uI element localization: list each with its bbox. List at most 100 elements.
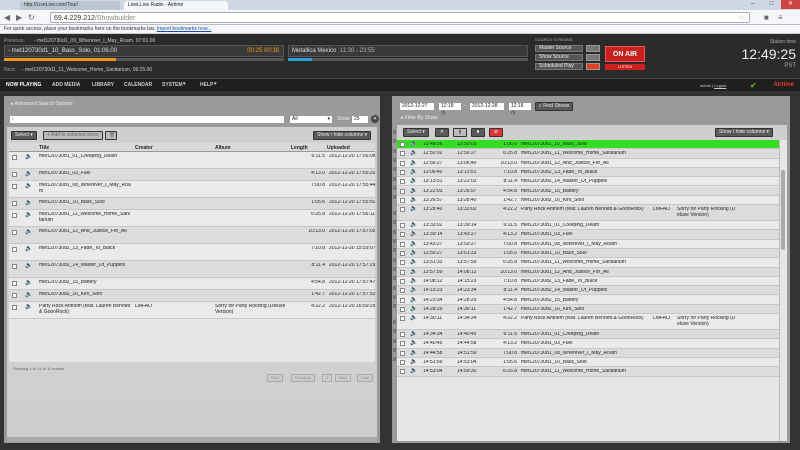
speaker-icon[interactable]: 🔈 bbox=[410, 268, 417, 275]
filter-by-show-toggle[interactable]: ▸ Filter By Show: bbox=[401, 115, 439, 121]
schedule-row[interactable]: 🔈 13:51:33 13:57:59 6:25.8 met120730d1_11_We… bbox=[397, 258, 779, 268]
pager-last[interactable]: Last bbox=[357, 374, 373, 382]
schedule-row[interactable]: 🔈 13:50:27 13:51:33 1:05.6 met120730d1_10_Ba… bbox=[397, 249, 779, 259]
row-checkbox[interactable] bbox=[12, 155, 17, 160]
row-checkbox[interactable] bbox=[400, 232, 405, 238]
trash-icon[interactable]: 🗑 bbox=[105, 131, 117, 140]
table-row[interactable]: 🔈 Party Rock Anthem (feat. Lauren Bennett… bbox=[9, 302, 375, 319]
find-shows-button[interactable]: ⌕ Find Shows bbox=[535, 102, 574, 111]
speaker-icon[interactable]: 🔈 bbox=[25, 303, 32, 310]
col-album[interactable]: Album bbox=[215, 145, 231, 151]
master-source-toggle[interactable] bbox=[586, 45, 600, 52]
table-row[interactable]: 🔈 met120730d1_11_Welcome_Home_Sanitarium 6… bbox=[9, 210, 375, 227]
row-checkbox[interactable] bbox=[400, 360, 405, 365]
row-checkbox[interactable] bbox=[400, 179, 405, 185]
row-checkbox[interactable] bbox=[400, 278, 405, 284]
row-checkbox[interactable] bbox=[12, 184, 17, 189]
row-checkbox[interactable] bbox=[12, 201, 17, 206]
speaker-icon[interactable]: 🔈 bbox=[410, 358, 417, 365]
forward-icon[interactable]: ▶ bbox=[16, 13, 22, 22]
table-row[interactable]: 🔈 met120730d2_13_Fade_To_Black 7:10.8 2012-… bbox=[9, 244, 375, 261]
speaker-icon[interactable]: 🔈 bbox=[25, 199, 32, 206]
table-row[interactable]: 🔈 met120730d1_12_And_Justice_For_All 10:13… bbox=[9, 227, 375, 244]
row-checkbox[interactable] bbox=[400, 169, 405, 175]
speaker-icon[interactable]: 🔈 bbox=[410, 140, 417, 147]
library-show-hide-columns-button[interactable]: Show / hide columns ▾ bbox=[313, 131, 372, 140]
row-checkbox[interactable] bbox=[400, 297, 405, 303]
speaker-icon[interactable]: 🔈 bbox=[410, 149, 417, 156]
speaker-icon[interactable]: 🔈 bbox=[410, 258, 417, 265]
row-checkbox[interactable] bbox=[12, 281, 17, 286]
schedule-row[interactable]: 🔈 13:33:02 13:39:14 6:11.5 met120730d1_01_Cr… bbox=[397, 221, 779, 231]
table-row[interactable]: 🔈 met120730d1_10_Bass_Solo 1:05.6 2012-12-2… bbox=[9, 198, 375, 210]
speaker-icon[interactable]: 🔈 bbox=[25, 170, 32, 177]
table-row[interactable]: 🔈 met120730d1_01_Creeping_Death 6:11.5 2012… bbox=[9, 152, 375, 169]
maximize-icon[interactable]: □ bbox=[762, 0, 781, 9]
jump-to-current-icon[interactable]: ⏹ bbox=[471, 128, 485, 137]
row-checkbox[interactable] bbox=[12, 305, 17, 310]
speaker-icon[interactable]: 🔈 bbox=[410, 205, 417, 212]
schedule-row[interactable]: 🔈 13:26:57 13:28:40 1:42.7 met120730d2_16_Ki… bbox=[397, 195, 779, 206]
menu-help[interactable]: HELP bbox=[200, 82, 213, 88]
pager-first[interactable]: First bbox=[267, 374, 283, 382]
schedule-row[interactable]: 🔈 14:51:59 14:53:04 1:05.6 met120730d1_10_Ba… bbox=[397, 358, 779, 368]
speaker-icon[interactable]: 🔈 bbox=[410, 367, 417, 374]
col-uploaded[interactable]: Uploaded bbox=[327, 145, 350, 151]
browser-tab-airtime[interactable]: LiveLLive Radio - Airtime bbox=[124, 1, 228, 10]
row-checkbox[interactable] bbox=[400, 306, 405, 312]
schedule-row[interactable]: 🔈 14:34:34 14:40:45 6:11.5 met120730d1_01_Cr… bbox=[397, 330, 779, 340]
bookmark-star-icon[interactable]: ☆ bbox=[738, 13, 745, 22]
scheduled-play-toggle[interactable] bbox=[586, 63, 600, 70]
extension-icon[interactable]: ■ bbox=[764, 13, 769, 22]
row-checkbox[interactable] bbox=[12, 293, 17, 298]
schedule-row[interactable]: 🔈 14:15:23 14:23:34 8:11.4 met120730d2_14_Ma… bbox=[397, 286, 779, 296]
speaker-icon[interactable]: 🔈 bbox=[410, 305, 417, 312]
row-checkbox[interactable] bbox=[400, 350, 405, 356]
row-checkbox[interactable] bbox=[400, 142, 405, 147]
row-checkbox[interactable] bbox=[400, 332, 405, 338]
schedule-row[interactable]: 🔈 13:43:27 13:50:27 7:00.8 met120730d1_08_Wh… bbox=[397, 239, 779, 249]
library-filter-select[interactable]: All ▾ bbox=[289, 115, 333, 124]
schedule-select-button[interactable]: Select ▾ bbox=[403, 128, 429, 137]
listen-button[interactable]: LISTEN bbox=[605, 64, 645, 70]
menu-now-playing[interactable]: NOW PLAYING bbox=[6, 82, 41, 88]
wrench-icon[interactable]: ≡ bbox=[778, 13, 783, 22]
row-checkbox[interactable] bbox=[400, 316, 405, 322]
speaker-icon[interactable]: 🔈 bbox=[410, 168, 417, 175]
row-checkbox[interactable] bbox=[400, 341, 405, 347]
table-row[interactable]: 🔈 met120730d2_14_Master_Of_Puppets 8:11.4 2… bbox=[9, 261, 375, 278]
add-to-show-button[interactable]: + Add to selected show bbox=[43, 131, 103, 140]
menu-system[interactable]: SYSTEM bbox=[162, 82, 183, 88]
address-bar[interactable]: 69.4.229.212/Showbuilder ☆ bbox=[50, 12, 750, 23]
row-checkbox[interactable] bbox=[400, 241, 405, 247]
schedule-row[interactable]: 🔈 14:08:12 14:15:23 7:10.8 met120730d2_13_Fa… bbox=[397, 276, 779, 287]
table-row[interactable]: 🔈 met120730d2_15_Battery 4:54.8 2012-12-20 … bbox=[9, 278, 375, 290]
import-bookmarks-link[interactable]: Import bookmarks now... bbox=[157, 26, 211, 32]
clear-search-icon[interactable]: ✕ bbox=[371, 115, 379, 123]
row-checkbox[interactable] bbox=[400, 223, 405, 229]
speaker-icon[interactable]: 🔈 bbox=[410, 187, 417, 194]
schedule-scroll-thumb[interactable] bbox=[781, 170, 785, 250]
table-row[interactable]: 🔈 met120730d2_16_Kirk_Solo 1:42.7 2012-12-2… bbox=[9, 290, 375, 302]
speaker-icon[interactable]: 🔈 bbox=[25, 153, 32, 160]
row-checkbox[interactable] bbox=[400, 288, 405, 294]
row-checkbox[interactable] bbox=[400, 269, 405, 275]
schedule-row[interactable]: 🔈 14:28:29 14:30:11 1:42.7 met120730d2_16_Ki… bbox=[397, 304, 779, 315]
speaker-icon[interactable]: 🔈 bbox=[410, 286, 417, 293]
schedule-row[interactable]: 🔈 13:57:59 14:08:12 10:13.0 met120730d1_12_A… bbox=[397, 267, 779, 277]
back-icon[interactable]: ◀ bbox=[4, 13, 10, 22]
schedule-row[interactable]: 🔈 13:13:51 13:22:03 8:11.4 met120730d2_14_Ma… bbox=[397, 177, 779, 187]
row-checkbox[interactable] bbox=[400, 207, 405, 213]
schedule-row[interactable]: 🔈 12:50:02 12:56:27 6:25.8 met120730d1_11_We… bbox=[397, 149, 779, 159]
row-checkbox[interactable] bbox=[400, 188, 405, 194]
schedule-row[interactable]: 🔈 13:06:40 13:13:51 7:10.8 met120730d2_13_Fa… bbox=[397, 167, 779, 178]
schedule-row[interactable]: 🔈 13:28:40 13:33:02 4:22.2 Party Rock Anthem… bbox=[397, 205, 779, 222]
speaker-icon[interactable]: 🔈 bbox=[410, 314, 417, 321]
speaker-icon[interactable]: 🔈 bbox=[410, 296, 417, 303]
speaker-icon[interactable]: 🔈 bbox=[410, 177, 417, 184]
pager-previous[interactable]: Previous bbox=[291, 374, 315, 382]
col-length[interactable]: Length bbox=[291, 145, 308, 151]
menu-add-media[interactable]: ADD MEDIA bbox=[52, 82, 80, 88]
schedule-row[interactable]: 🔈 14:40:45 14:44:58 4:13.2 met120730d1_03_Fu… bbox=[397, 339, 779, 349]
library-search-input[interactable]: ⌕ bbox=[9, 115, 285, 124]
